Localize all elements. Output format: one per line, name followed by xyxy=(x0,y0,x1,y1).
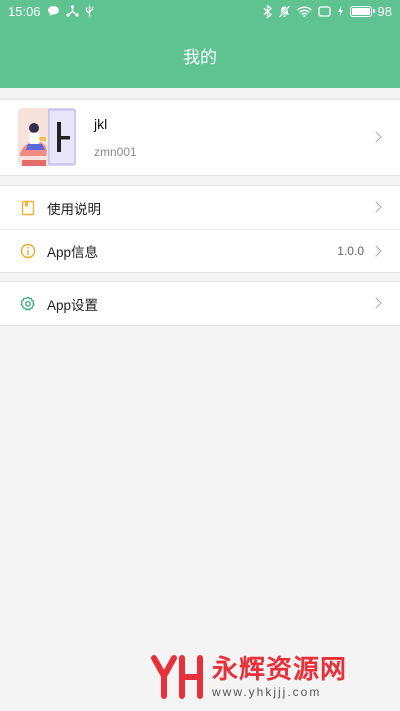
book-icon xyxy=(20,200,36,216)
usb-icon xyxy=(85,5,94,18)
share-icon xyxy=(65,5,79,17)
menu-item-label: App信息 xyxy=(47,245,99,260)
chevron-right-icon xyxy=(370,297,382,309)
watermark: 永辉资源网 www.yhkjjj.com xyxy=(150,648,390,706)
window-icon xyxy=(317,5,331,17)
gear-icon xyxy=(20,296,36,312)
battery-icon xyxy=(349,5,375,17)
avatar-illustration xyxy=(18,108,76,166)
status-bar-right: 98 xyxy=(263,4,392,19)
status-bar: 15:06 98 xyxy=(0,0,400,22)
menu-item-app-info[interactable]: App信息 1.0.0 xyxy=(0,229,400,272)
watermark-name: 永辉资源网 xyxy=(212,655,348,685)
profile-user-id: zmn001 xyxy=(94,145,137,159)
menu-group-info: 使用说明 App信息 1.0.0 xyxy=(0,185,400,273)
menu-item-instructions[interactable]: 使用说明 xyxy=(0,186,400,229)
page-title: 我的 xyxy=(183,47,217,67)
profile-username: jkl xyxy=(94,116,108,132)
charging-icon xyxy=(337,5,344,17)
watermark-logo xyxy=(151,655,203,699)
menu-item-label: 使用说明 xyxy=(47,201,101,217)
chat-bubble-icon xyxy=(47,5,60,17)
menu-item-app-settings[interactable]: App设置 xyxy=(0,282,400,325)
watermark-url: www.yhkjjj.com xyxy=(212,685,322,699)
chevron-right-icon xyxy=(370,245,382,257)
battery-fill xyxy=(351,7,370,15)
watermark-text: 永辉资源网 www.yhkjjj.com xyxy=(212,655,347,699)
app-version: 1.0.0 xyxy=(337,244,364,258)
avatar[interactable] xyxy=(18,108,76,166)
battery-level: 98 xyxy=(377,3,392,19)
status-bar-left: 15:06 xyxy=(8,4,94,19)
chevron-right-icon xyxy=(370,131,382,143)
bluetooth-icon xyxy=(263,4,272,18)
menu-item-label: App设置 xyxy=(47,297,99,313)
page-header: 我的 xyxy=(0,22,400,88)
status-time: 15:06 xyxy=(8,3,41,19)
profile-card[interactable]: jkl zmn001 xyxy=(0,99,400,176)
chevron-right-icon xyxy=(370,201,382,213)
info-icon xyxy=(20,243,36,259)
mute-icon xyxy=(278,4,291,18)
wifi-icon xyxy=(296,6,312,17)
menu-group-settings: App设置 xyxy=(0,281,400,326)
